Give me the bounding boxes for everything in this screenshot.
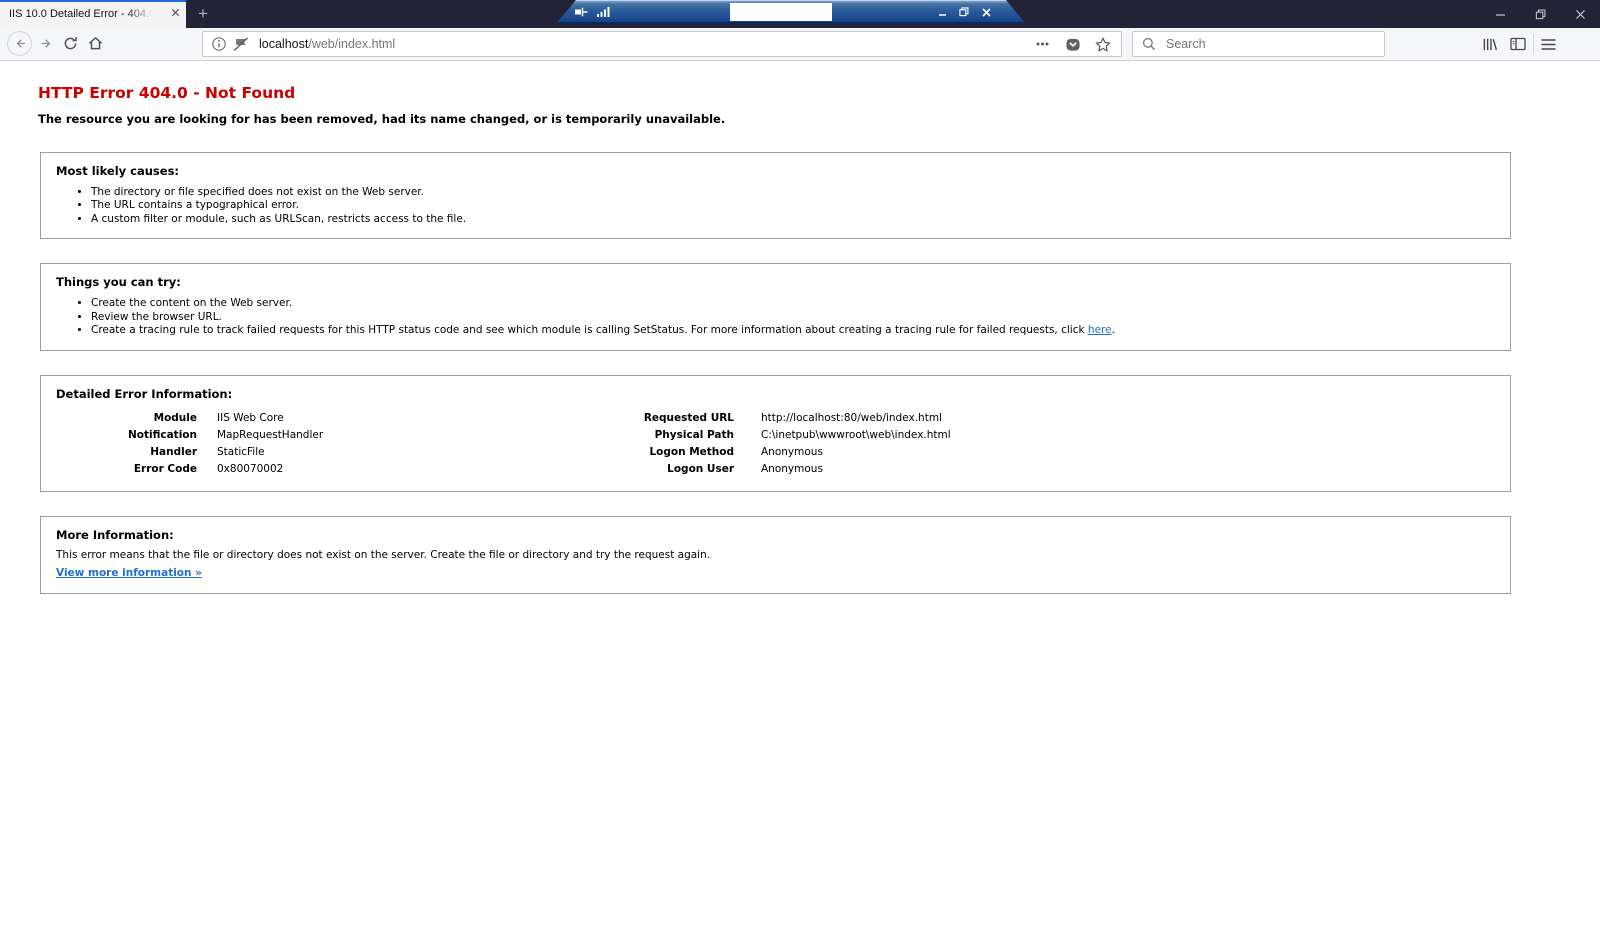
tab-title: IIS 10.0 Detailed Error - 404.0 - Not Fo…: [9, 8, 153, 22]
detail-label: Handler: [150, 445, 197, 458]
detail-value: 0x80070002: [217, 462, 284, 475]
detail-value: Anonymous: [761, 462, 823, 475]
page-title: HTTP Error 404.0 - Not Found: [38, 84, 296, 102]
more-text: This error means that the file or direct…: [56, 548, 711, 561]
details-table: Module IIS Web Core Requested URL http:/…: [56, 410, 1495, 478]
site-info-icon[interactable]: [211, 36, 227, 52]
rdp-restore-icon[interactable]: [956, 4, 972, 20]
rdp-connection-bar[interactable]: [556, 0, 1026, 24]
rdp-buttons: [934, 4, 994, 20]
rdp-pin-icon[interactable]: [574, 7, 589, 17]
detail-label: Logon Method: [649, 445, 734, 458]
url-text: localhost/web/index.html: [259, 37, 395, 51]
detail-label: Notification: [127, 428, 197, 441]
most-likely-causes-box: Most likely causes: The directory or fil…: [40, 152, 1511, 240]
detail-label: Logon User: [667, 462, 734, 475]
url-host: localhost: [259, 37, 309, 51]
list-item: Review the browser URL.: [91, 311, 1495, 324]
list-item: Create the content on the Web server.: [91, 297, 1495, 310]
more-information-box: More Information: This error means that …: [40, 515, 1511, 594]
list-item: Create a tracing rule to track failed re…: [91, 324, 1495, 337]
detail-value: Anonymous: [761, 445, 823, 458]
navigation-toolbar: localhost/web/index.html: [0, 28, 1600, 61]
detail-label: Physical Path: [654, 428, 734, 441]
detail-value: StaticFile: [217, 445, 265, 458]
toolbar-separator: [1533, 34, 1534, 55]
detail-value: MapRequestHandler: [217, 428, 324, 441]
bookmark-star-icon[interactable]: [1095, 36, 1111, 52]
home-icon: [88, 36, 103, 50]
list-item: The directory or file specified does not…: [91, 186, 1495, 199]
reload-button[interactable]: [63, 36, 78, 51]
causes-heading: Most likely causes:: [56, 164, 180, 178]
back-button[interactable]: [7, 31, 32, 56]
search-icon: [1142, 37, 1156, 51]
search-input[interactable]: [1164, 36, 1384, 52]
here-link[interactable]: here: [1088, 324, 1112, 336]
things-to-try-box: Things you can try: Create the content o…: [40, 263, 1511, 351]
causes-list: The directory or file specified does not…: [56, 186, 1495, 225]
library-icon[interactable]: [1482, 37, 1498, 52]
window-controls: [1480, 0, 1600, 28]
window-restore-icon[interactable]: [1520, 0, 1560, 28]
list-item: The URL contains a typographical error.: [91, 199, 1495, 212]
detail-value: C:\inetpub\wwwroot\web\index.html: [761, 428, 951, 441]
more-heading: More Information:: [56, 527, 174, 542]
reload-icon: [64, 37, 77, 50]
detail-label: Error Code: [133, 462, 197, 475]
home-button[interactable]: [88, 36, 103, 50]
tab-close-icon[interactable]: [171, 8, 180, 17]
try-heading: Things you can try:: [56, 275, 181, 290]
url-bar[interactable]: localhost/web/index.html: [202, 31, 1122, 57]
window-close-icon[interactable]: [1560, 0, 1600, 28]
rdp-close-icon[interactable]: [978, 4, 994, 20]
search-bar[interactable]: [1132, 31, 1385, 57]
try-list: Create the content on the Web server. Re…: [56, 297, 1495, 336]
window-minimize-icon[interactable]: [1480, 0, 1520, 28]
url-path: /web/index.html: [308, 37, 396, 51]
tracing-text: Create a tracing rule to track failed re…: [91, 323, 1088, 336]
view-more-information-link[interactable]: View more information »: [56, 567, 202, 579]
rdp-connection-name: [730, 3, 832, 21]
pocket-icon[interactable]: [1065, 37, 1081, 52]
permissions-icon[interactable]: [233, 36, 249, 52]
details-heading: Detailed Error Information:: [56, 386, 233, 401]
new-tab-button[interactable]: +: [188, 0, 218, 28]
forward-button[interactable]: [40, 37, 54, 50]
page-actions-icon[interactable]: [1036, 42, 1049, 46]
hamburger-menu-icon[interactable]: [1541, 38, 1556, 51]
forward-arrow-icon: [42, 39, 51, 48]
detail-label: Requested URL: [643, 411, 734, 424]
back-arrow-icon: [16, 39, 25, 48]
browser-tab-active[interactable]: IIS 10.0 Detailed Error - 404.0 - Not Fo…: [0, 0, 186, 28]
detail-label: Module: [153, 411, 197, 424]
detail-value: http://localhost:80/web/index.html: [761, 411, 942, 424]
page-subtitle: The resource you are looking for has bee…: [38, 112, 726, 126]
rdp-minimize-icon[interactable]: [934, 4, 950, 20]
list-item: A custom filter or module, such as URLSc…: [91, 213, 1495, 226]
sidebar-toggle-icon[interactable]: [1510, 37, 1526, 51]
page-content: HTTP Error 404.0 - Not Found The resourc…: [0, 61, 1600, 928]
tracing-text-end: .: [1111, 323, 1115, 336]
rdp-signal-bars-icon[interactable]: [597, 6, 611, 17]
detailed-error-information-box: Detailed Error Information: Module IIS W…: [40, 374, 1511, 492]
detail-value: IIS Web Core: [217, 411, 284, 424]
